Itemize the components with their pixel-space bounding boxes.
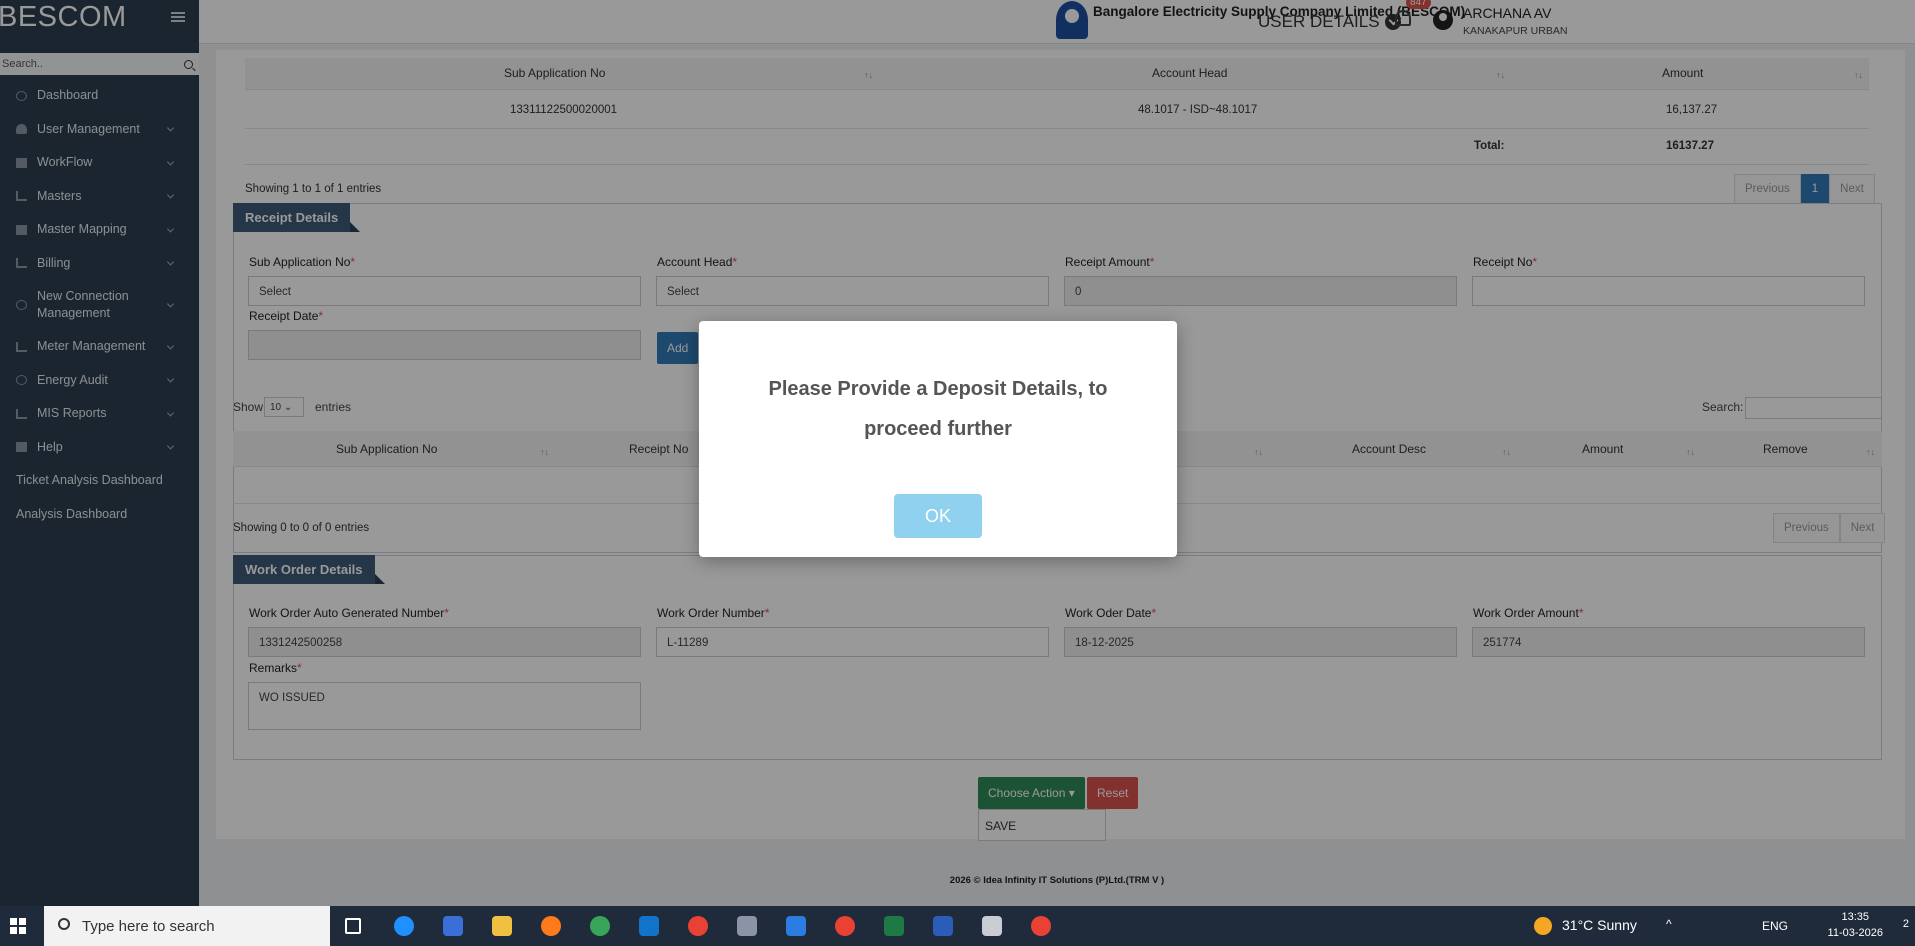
taskbar-search[interactable]: Type here to search xyxy=(44,906,330,946)
store-icon[interactable] xyxy=(443,916,463,936)
clock-date: 11-03-2026 xyxy=(1827,927,1883,939)
windows-start-icon[interactable] xyxy=(10,918,26,934)
alert-modal: Please Provide a Deposit Details, to pro… xyxy=(699,321,1177,557)
file-explorer-icon[interactable] xyxy=(492,916,512,936)
outlook-icon[interactable] xyxy=(639,916,659,936)
app-window-icon[interactable] xyxy=(786,916,806,936)
windows-taskbar: Type here to search 31°C Sunny ^ ENG 13:… xyxy=(0,906,1915,946)
excel-icon[interactable] xyxy=(884,916,904,936)
tray-chevron-icon[interactable]: ^ xyxy=(1666,917,1672,931)
weather-text[interactable]: 31°C Sunny xyxy=(1562,917,1637,933)
calculator-icon[interactable] xyxy=(737,916,757,936)
edge-icon[interactable] xyxy=(394,916,414,936)
clock-time: 13:35 xyxy=(1841,911,1870,923)
printer-app-icon[interactable] xyxy=(982,916,1002,936)
clock[interactable]: 13:35 11-03-2026 xyxy=(1828,909,1883,941)
chrome-active-icon[interactable] xyxy=(1031,916,1051,936)
chrome-icon[interactable] xyxy=(688,916,708,936)
ok-button[interactable]: OK xyxy=(894,494,982,538)
firefox-icon[interactable] xyxy=(541,916,561,936)
search-icon xyxy=(58,918,70,930)
word-icon[interactable] xyxy=(933,916,953,936)
chrome-profile-icon[interactable] xyxy=(835,916,855,936)
globe-icon[interactable] xyxy=(590,916,610,936)
notification-center-icon[interactable]: 2 xyxy=(1903,918,1909,930)
taskbar-search-placeholder: Type here to search xyxy=(82,917,215,935)
weather-icon[interactable] xyxy=(1534,917,1552,935)
language-indicator[interactable]: ENG xyxy=(1762,919,1788,933)
modal-message: Please Provide a Deposit Details, to pro… xyxy=(768,378,1108,440)
task-view-icon[interactable] xyxy=(345,918,361,934)
